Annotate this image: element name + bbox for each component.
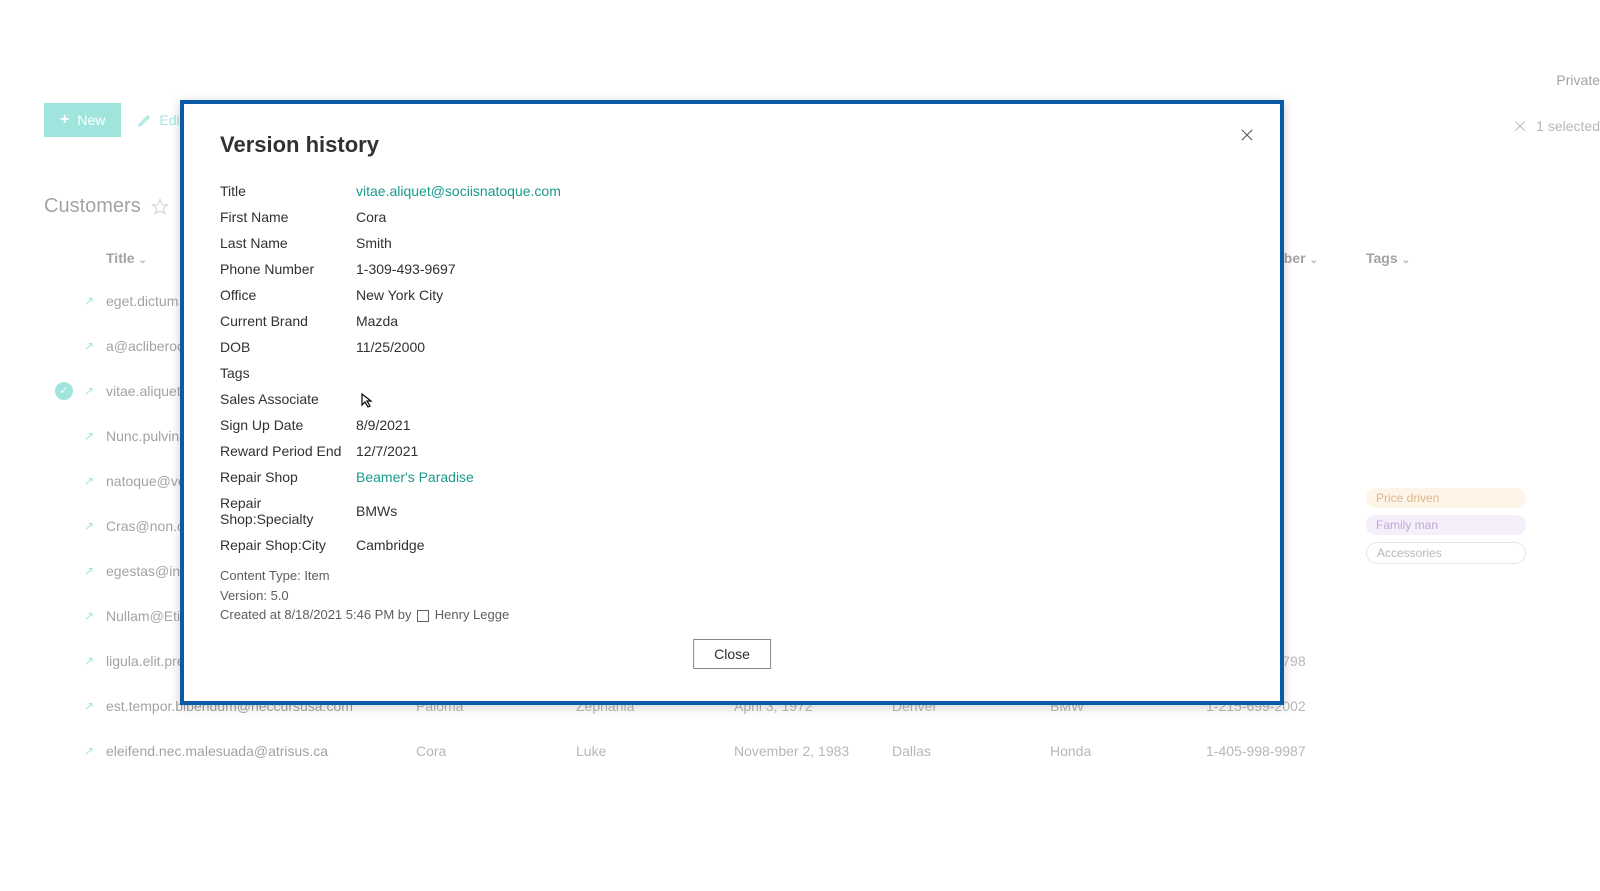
- close-icon: [1238, 126, 1256, 144]
- repair-shop-link[interactable]: Beamer's Paradise: [356, 469, 474, 485]
- modal-metadata: Content Type: Item Version: 5.0 Created …: [220, 566, 1240, 625]
- field-title: Titlevitae.aliquet@sociisnatoque.com: [220, 178, 1240, 204]
- field-office: OfficeNew York City: [220, 282, 1240, 308]
- field-lastname: Last NameSmith: [220, 230, 1240, 256]
- field-tags: Tags: [220, 360, 1240, 386]
- field-sales-associate: Sales Associate: [220, 386, 1240, 412]
- title-link[interactable]: vitae.aliquet@sociisnatoque.com: [356, 183, 561, 199]
- meta-content-type: Content Type: Item: [220, 566, 1240, 586]
- version-history-modal: Version history Titlevitae.aliquet@socii…: [180, 100, 1284, 705]
- field-reward-end: Reward Period End12/7/2021: [220, 438, 1240, 464]
- close-button[interactable]: Close: [693, 639, 771, 669]
- modal-close-button[interactable]: [1234, 122, 1260, 151]
- user-presence-icon: [417, 610, 429, 622]
- field-repair-shop: Repair ShopBeamer's Paradise: [220, 464, 1240, 490]
- modal-title: Version history: [220, 132, 1240, 158]
- meta-version: Version: 5.0: [220, 586, 1240, 606]
- field-brand: Current BrandMazda: [220, 308, 1240, 334]
- field-specialty: Repair Shop:SpecialtyBMWs: [220, 490, 1240, 532]
- field-dob: DOB11/25/2000: [220, 334, 1240, 360]
- field-repair-city: Repair Shop:CityCambridge: [220, 532, 1240, 558]
- field-firstname: First NameCora: [220, 204, 1240, 230]
- meta-created: Created at 8/18/2021 5:46 PM by Henry Le…: [220, 605, 1240, 625]
- field-signup: Sign Up Date8/9/2021: [220, 412, 1240, 438]
- field-phone: Phone Number1-309-493-9697: [220, 256, 1240, 282]
